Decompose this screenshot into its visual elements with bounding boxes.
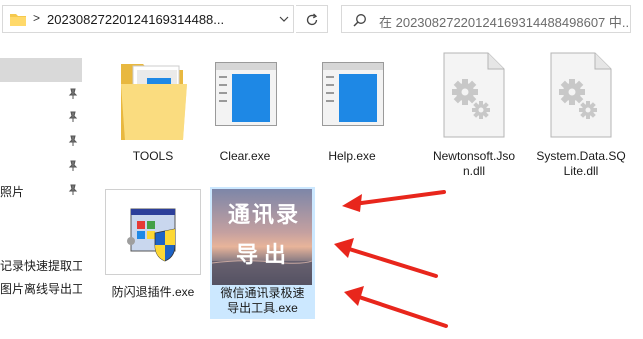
file-item-clear-exe[interactable]: Clear.exe [195,50,295,175]
file-name-line2: Lite.dll [563,164,599,178]
exe-window-icon [322,62,384,126]
annotation-arrow-middle [334,238,438,278]
file-item-tools[interactable]: TOOLS [103,50,203,175]
pin-icon [68,184,78,195]
thumbnail-title-line2: 导出 [235,242,292,267]
file-name-line1: System.Data.SQ [536,149,626,163]
annotation-arrow-top [342,190,446,212]
annotation-arrow-bottom [344,286,448,328]
thumbnail-title-line1: 通讯录 [227,202,300,227]
installer-shield-icon [105,189,201,275]
search-placeholder: 在 20230827220124169314488498607 中... [379,15,629,30]
nav-item-export-tool[interactable]: 图片离线导出工 [0,277,84,299]
file-name: Clear.exe [219,149,271,163]
pin-icon [68,135,78,146]
address-bar-row: > 20230827220124169314488... 在 202308272… [0,0,643,38]
file-name-line2: n.dll [462,164,485,178]
nav-item[interactable] [0,107,84,129]
file-item-newtonsoft-dll[interactable]: Newtonsoft.Jso n.dll [424,50,524,180]
chevron-down-icon[interactable] [279,14,289,24]
pin-icon [68,88,78,99]
folder-icon [121,64,187,140]
search-icon [353,14,366,27]
navigation-pane: 照片 记录快速提取工 图片离线导出工 [0,38,84,339]
dll-gear-icon [443,52,505,138]
file-item-anti-crash-plugin[interactable]: 防闪退插件.exe [103,187,203,307]
nav-item-selected[interactable] [0,58,82,82]
nav-item[interactable] [0,84,84,106]
file-name-line1: 微信通讯录极速 [220,286,305,300]
nav-item-label: 记录快速提取工 [0,259,82,273]
exe-window-icon [215,62,277,126]
file-item-help-exe[interactable]: Help.exe [302,50,402,175]
refresh-button[interactable] [296,5,328,33]
file-name: TOOLS [132,149,174,163]
breadcrumb-separator: > [33,11,41,25]
breadcrumb-path[interactable]: 20230827220124169314488... [47,12,273,27]
address-bar[interactable]: > 20230827220124169314488... [2,5,294,33]
file-item-wechat-contacts-export-exe[interactable]: 通讯录 导出 微信通讯录极速 导出工具.exe [210,187,315,319]
pin-icon [68,160,78,171]
nav-item-extract-tool[interactable]: 记录快速提取工 [0,254,84,276]
search-input[interactable]: 在 20230827220124169314488498607 中... [341,5,631,33]
file-name: 防闪退插件.exe [111,285,195,299]
dll-gear-icon [550,52,612,138]
nav-item[interactable] [0,131,84,153]
nav-item[interactable] [0,156,84,178]
pin-icon [68,111,78,122]
nav-item-label: 图片离线导出工 [0,282,82,296]
file-name-line1: Newtonsoft.Jso [432,149,516,163]
refresh-icon [306,13,318,26]
file-name: Help.exe [328,149,376,163]
file-name-line2: 导出工具.exe [227,301,298,315]
file-item-sqlite-dll[interactable]: System.Data.SQ Lite.dll [531,50,631,180]
nav-item-photos[interactable]: 照片 [0,180,84,202]
folder-icon [10,14,26,26]
